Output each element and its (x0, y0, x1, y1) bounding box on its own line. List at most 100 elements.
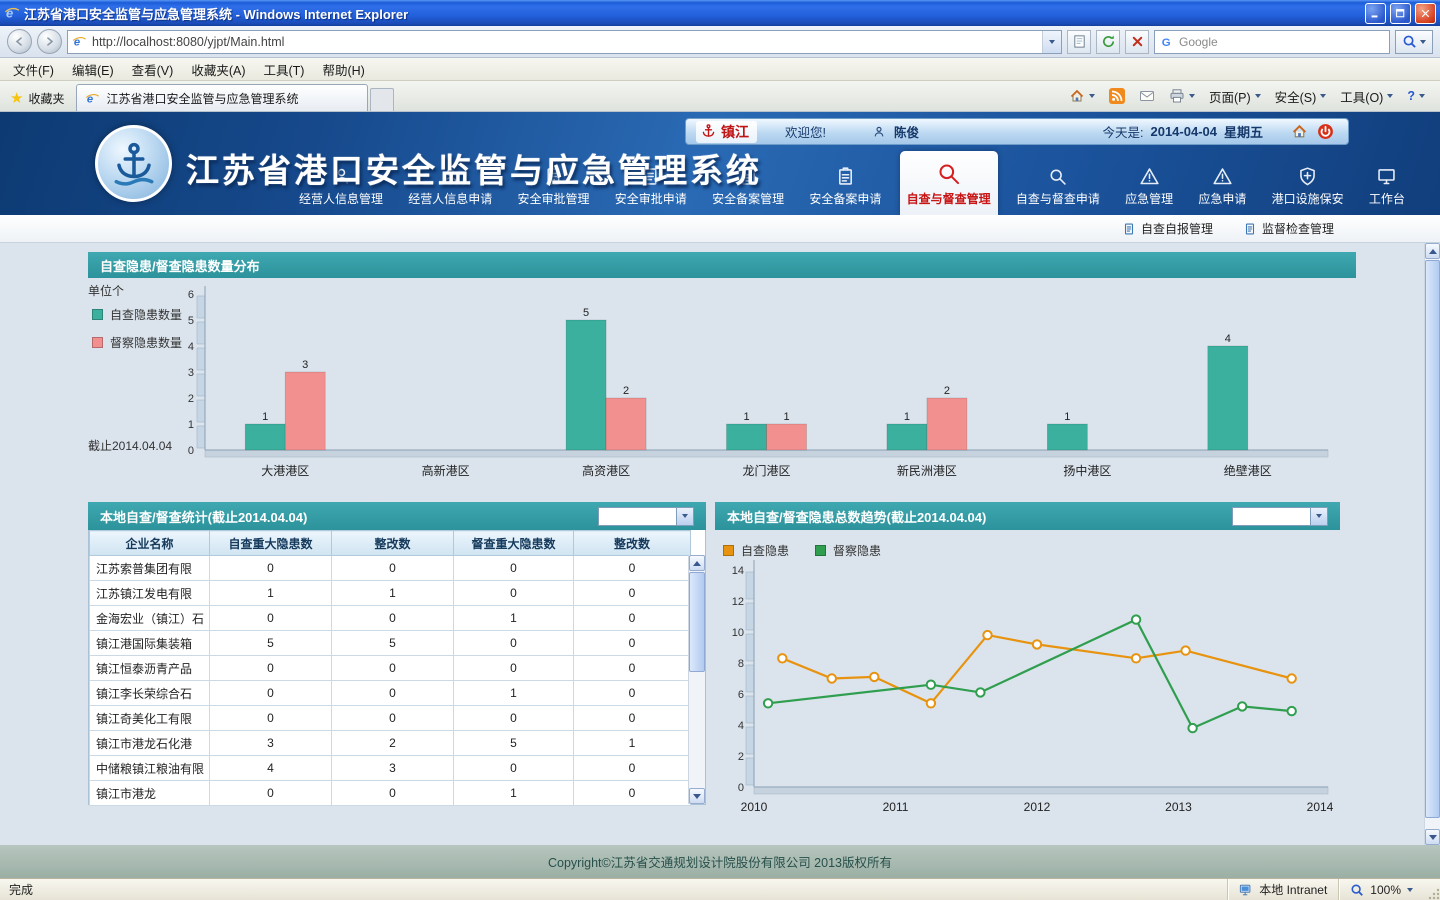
nav-item-3[interactable]: 安全审批申请 (608, 151, 694, 215)
menu-file[interactable]: 文件(F) (4, 57, 63, 82)
printer-icon (1169, 88, 1185, 104)
menu-bar: 文件(F)编辑(E)查看(V)收藏夹(A)工具(T)帮助(H) (0, 58, 1440, 81)
scroll-thumb[interactable] (689, 572, 705, 672)
new-tab-stub[interactable] (370, 88, 394, 111)
nav-item-5[interactable]: 安全备案申请 (802, 151, 888, 215)
clipboard-icon (835, 166, 856, 187)
line-filter-select[interactable] (1232, 507, 1328, 526)
subnav-item-0[interactable]: 自查自报管理 (1122, 220, 1213, 237)
nav-item-0[interactable]: 经营人信息管理 (292, 151, 390, 215)
close-button[interactable] (1415, 3, 1436, 24)
table-row[interactable]: 镇江恒泰沥青产品0000 (90, 656, 691, 681)
sub-navigation: 自查自报管理 监督检查管理 (0, 215, 1440, 243)
address-url[interactable]: http://localhost:8080/yjpt/Main.html (92, 35, 1042, 49)
nav-item-8[interactable]: 应急管理 (1118, 151, 1180, 215)
status-text: 完成 (9, 881, 33, 898)
table-row[interactable]: 中储粮镇江粮油有限4300 (90, 756, 691, 781)
nav-item-label: 安全备案申请 (809, 190, 881, 207)
line-filter-dropdown-icon[interactable] (1310, 508, 1327, 525)
svg-text:高资港区: 高资港区 (582, 463, 630, 478)
nav-item-6[interactable]: 自查与督查管理 (900, 151, 998, 215)
today-label: 今天是: (1103, 122, 1144, 141)
toolbar-menu-page[interactable]: 页面(P) (1202, 84, 1268, 109)
browser-tab[interactable]: e 江苏省港口安全监管与应急管理系统 (76, 84, 368, 111)
search-placeholder: Google (1179, 35, 1218, 49)
home-button[interactable] (1062, 85, 1102, 107)
svg-text:10: 10 (732, 627, 744, 639)
svg-text:0: 0 (188, 445, 194, 457)
site-footer: Copyright©江苏省交通规划设计院股份有限公司 2013版权所有 (0, 845, 1440, 878)
table-filter-select[interactable] (598, 507, 694, 526)
page-scrollbar[interactable] (1424, 243, 1440, 845)
table-row[interactable]: 镇江港国际集装箱5500 (90, 631, 691, 656)
feeds-button[interactable] (1102, 85, 1132, 107)
nav-item-11[interactable]: 工作台 (1362, 151, 1412, 215)
date-value: 2014-04-04 (1150, 124, 1217, 139)
table-cell: 1 (332, 581, 454, 606)
table-cell: 0 (332, 781, 454, 806)
table-row[interactable]: 金海宏业（镇江）石0010 (90, 606, 691, 631)
logout-power-icon[interactable] (1317, 123, 1334, 140)
resize-grip[interactable] (1424, 879, 1440, 900)
nav-item-2[interactable]: 安全审批管理 (511, 151, 597, 215)
table-filter-dropdown-icon[interactable] (676, 508, 693, 525)
maximize-button[interactable] (1390, 3, 1411, 24)
svg-text:1: 1 (743, 411, 749, 423)
svg-text:2: 2 (738, 751, 744, 763)
mail-button[interactable] (1132, 85, 1162, 107)
search-box[interactable]: G Google (1154, 30, 1390, 54)
address-bar[interactable]: e http://localhost:8080/yjpt/Main.html (67, 30, 1062, 54)
page-scroll-down-button[interactable] (1425, 829, 1440, 845)
table-filter-value (599, 508, 676, 525)
subnav-item-1[interactable]: 监督检查管理 (1243, 220, 1334, 237)
google-logo-icon: G (1160, 35, 1174, 49)
menu-view[interactable]: 查看(V) (123, 57, 183, 82)
table-cell: 5 (210, 631, 332, 656)
search-button[interactable] (1395, 30, 1433, 54)
home-icon (1069, 88, 1085, 104)
help-button[interactable]: ? (1400, 86, 1432, 106)
bar-panel-header: 自查隐患/督查隐患数量分布 (88, 252, 1356, 278)
table-column-header: 督查重大隐患数 (454, 531, 574, 556)
subnav-item-label: 自查自报管理 (1141, 220, 1213, 237)
table-row[interactable]: 镇江市港龙石化港3251 (90, 731, 691, 756)
portal-home-icon[interactable] (1291, 123, 1308, 140)
table-scrollbar[interactable] (688, 555, 705, 804)
line-panel-header: 本地自查/督查隐患总数趋势(截止2014.04.04) (715, 502, 1340, 530)
table-row[interactable]: 江苏索普集团有限0000 (90, 556, 691, 581)
menu-tools[interactable]: 工具(T) (254, 57, 313, 82)
table-row[interactable]: 镇江市港龙0010 (90, 781, 691, 806)
stop-button[interactable] (1125, 30, 1149, 54)
nav-item-9[interactable]: 应急申请 (1191, 151, 1253, 215)
security-zone: 本地 Intranet (1227, 879, 1338, 900)
page-scroll-up-button[interactable] (1425, 243, 1440, 259)
menu-favorites[interactable]: 收藏夹(A) (182, 57, 254, 82)
table-row[interactable]: 镇江李长荣综合石0010 (90, 681, 691, 706)
table-row[interactable]: 江苏镇江发电有限1100 (90, 581, 691, 606)
menu-help[interactable]: 帮助(H) (313, 57, 373, 82)
forward-button[interactable] (37, 29, 62, 54)
zoom-control[interactable]: 100% (1338, 879, 1424, 900)
favorites-button[interactable]: ★ 收藏夹 (0, 85, 74, 111)
nav-item-10[interactable]: 港口设施保安 (1265, 151, 1351, 215)
city-label: 镇江 (721, 122, 749, 142)
compatibility-button[interactable] (1067, 30, 1091, 54)
page-scroll-thumb[interactable] (1425, 260, 1440, 818)
nav-item-7[interactable]: 自查与督查申请 (1009, 151, 1107, 215)
table-row[interactable]: 镇江奇美化工有限0000 (90, 706, 691, 731)
toolbar-menu-safety[interactable]: 安全(S) (1268, 84, 1334, 109)
nav-item-1[interactable]: 经营人信息申请 (401, 151, 499, 215)
back-button[interactable] (7, 29, 32, 54)
address-dropdown-button[interactable] (1042, 31, 1061, 53)
scroll-down-button[interactable] (689, 788, 705, 804)
table-cell: 江苏索普集团有限 (90, 556, 210, 581)
scroll-up-button[interactable] (689, 555, 705, 571)
doc-icon (1243, 222, 1257, 236)
nav-item-4[interactable]: 安全备案管理 (705, 151, 791, 215)
toolbar-menu-tools[interactable]: 工具(O) (1333, 84, 1400, 109)
print-button[interactable] (1162, 85, 1202, 107)
refresh-button[interactable] (1096, 30, 1120, 54)
minimize-button[interactable] (1365, 3, 1386, 24)
nav-item-label: 安全备案管理 (712, 190, 784, 207)
menu-edit[interactable]: 编辑(E) (63, 57, 123, 82)
